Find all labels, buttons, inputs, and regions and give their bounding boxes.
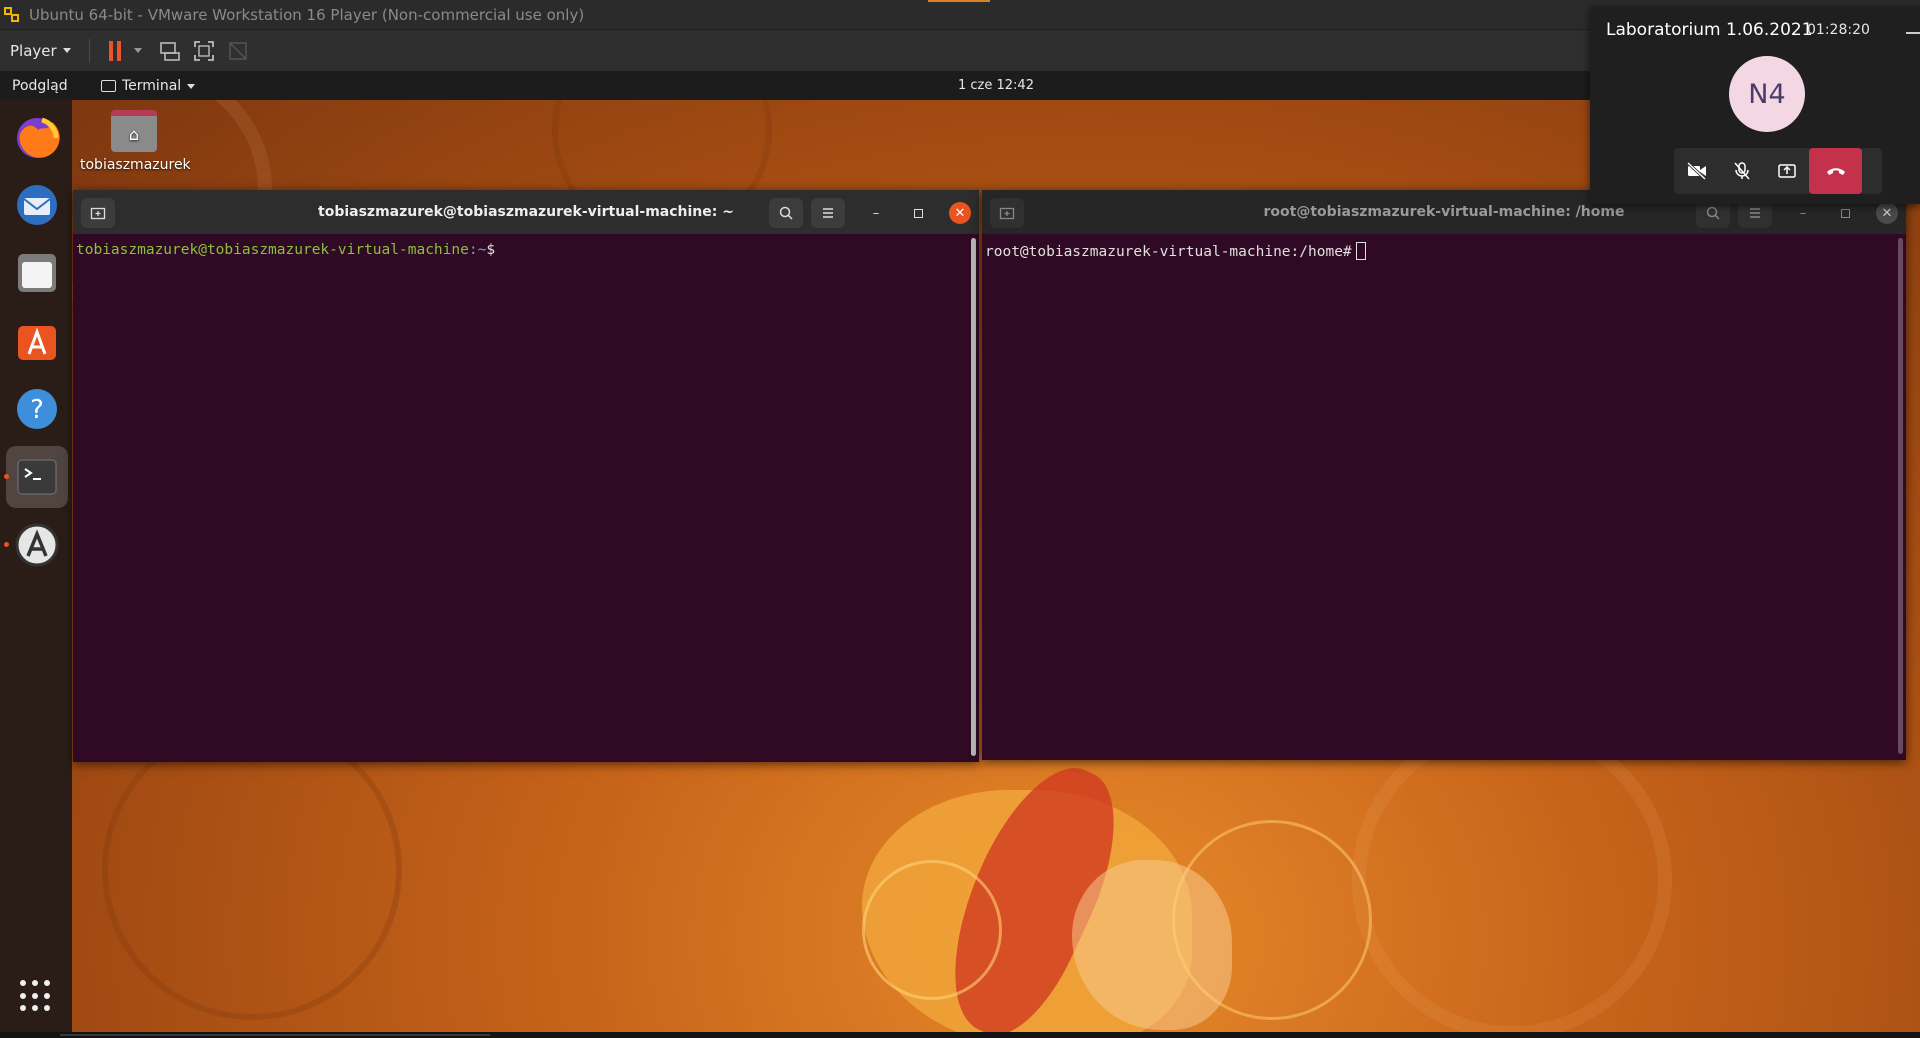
call-controls [1674,148,1882,194]
hamburger-menu-button[interactable] [811,198,845,228]
hang-up-icon [1826,168,1845,175]
title-accent [928,0,990,2]
terminal-scrollbar[interactable] [971,238,976,756]
minimize-button[interactable]: – [865,202,887,224]
maximize-icon [1840,208,1850,218]
terminal-window-right[interactable]: root@tobiaszmazurek-virtual-machine: /ho… [982,190,1906,760]
maximize-icon [913,208,923,218]
files-icon [18,254,56,292]
terminal-scrollbar[interactable] [1898,238,1903,754]
desktop-home-folder[interactable]: ⌂ tobiaszmazurek [80,106,191,173]
camera-toggle-button[interactable] [1674,148,1719,194]
app-menu-button[interactable]: Terminal [101,78,196,94]
vmware-logo-icon [4,5,24,25]
minimize-icon: – [1799,205,1807,221]
hamburger-icon [1750,208,1760,218]
maximize-button[interactable] [907,202,929,224]
unity-mode-button[interactable] [224,37,252,65]
close-button[interactable]: ✕ [949,202,971,224]
share-screen-icon [1777,164,1796,178]
call-overlay[interactable]: Laboratorium 1.06.2021 01:28:20 N4 [1590,6,1920,204]
thunderbird-icon [17,185,57,225]
running-indicator [4,542,9,547]
dock: ? [0,100,72,1032]
home-folder-label: tobiaszmazurek [80,157,191,173]
wallpaper-swirl [102,720,402,1020]
pause-options-chevron-icon[interactable] [133,48,142,53]
new-tab-button[interactable] [990,198,1024,228]
bottom-strip [0,1032,1920,1038]
camera-off-icon [1686,162,1706,180]
call-timer: 01:28:20 [1807,22,1870,38]
running-indicator [4,474,9,479]
mic-off-icon [1733,162,1750,180]
full-screen-button[interactable] [190,37,218,65]
chevron-down-icon [62,48,71,53]
wallpaper-swirl [1172,820,1372,1020]
prompt-symbol: $ [486,242,496,258]
close-icon: ✕ [1881,205,1893,221]
terminal-window-left[interactable]: tobiaszmazurek@tobiaszmazurek-virtual-ma… [73,190,979,762]
mute-toggle-button[interactable] [1719,148,1764,194]
close-icon: ✕ [954,205,966,221]
wallpaper-swirl [862,860,1002,1000]
dock-help[interactable]: ? [6,378,68,440]
bottom-scroll-bar [60,1034,490,1036]
avatar: N4 [1729,56,1805,132]
chevron-down-icon [187,83,196,89]
prompt-user: tobiaszmazurek@tobiaszmazurek-virtual-ma… [76,242,469,258]
terminal-output[interactable]: root@tobiaszmazurek-virtual-machine:/hom… [982,234,1896,760]
wallpaper-swirl [1352,720,1672,1032]
dock-software-updater[interactable] [6,514,68,576]
player-menu-label: Player [10,41,57,60]
dock-firefox[interactable] [6,106,68,168]
minimize-button[interactable]: – [1792,202,1814,224]
toolbar-divider [88,38,90,63]
new-tab-icon [999,207,1015,220]
player-menu-button[interactable]: Player [0,42,81,60]
meeting-title: Laboratorium 1.06.2021 [1606,20,1813,40]
search-icon [1706,206,1720,220]
hamburger-icon [823,208,833,218]
pause-icon [108,40,121,61]
dock-terminal[interactable] [6,446,68,508]
vmware-window-title: Ubuntu 64-bit - VMware Workstation 16 Pl… [29,5,585,24]
dock-ubuntu-software[interactable] [6,310,68,372]
share-screen-button[interactable] [1764,148,1809,194]
search-icon [779,206,793,220]
app-menu-label: Terminal [122,78,182,94]
send-ctrl-alt-del-button[interactable] [156,37,184,65]
ctrl-alt-del-icon [159,41,180,61]
close-button[interactable]: ✕ [1876,202,1898,224]
terminal-output[interactable]: tobiaszmazurek@tobiaszmazurek-virtual-ma… [73,234,969,762]
minimize-icon: – [872,205,880,221]
dock-files[interactable] [6,242,68,304]
prompt-text: root@tobiaszmazurek-virtual-machine:/hom… [985,244,1352,260]
show-applications-icon[interactable] [20,980,52,1012]
fullscreen-icon [193,40,214,61]
home-folder-icon: ⌂ [111,110,157,152]
software-updater-icon [15,523,59,567]
svg-text:?: ? [30,395,44,425]
pause-vm-button[interactable] [101,37,129,65]
new-tab-icon [90,207,106,220]
avatar-initials: N4 [1748,78,1786,110]
clock[interactable]: 1 cze 12:42 [958,78,1034,93]
new-tab-button[interactable] [81,198,115,228]
firefox-icon [17,117,60,158]
help-icon: ? [17,389,57,429]
maximize-button[interactable] [1834,202,1856,224]
hang-up-button[interactable] [1809,148,1862,194]
activities-button[interactable]: Podgląd [12,78,68,94]
search-button[interactable] [769,198,803,228]
text-cursor [1355,242,1366,260]
terminal-small-icon [101,80,116,92]
terminal-icon [17,459,57,495]
dock-thunderbird[interactable] [6,174,68,236]
minimize-icon[interactable] [1906,32,1920,34]
prompt-path: :~ [468,242,487,258]
unity-icon [228,41,247,60]
terminal-header-bar[interactable]: tobiaszmazurek@tobiaszmazurek-virtual-ma… [73,190,979,234]
ubuntu-software-icon [18,326,56,360]
